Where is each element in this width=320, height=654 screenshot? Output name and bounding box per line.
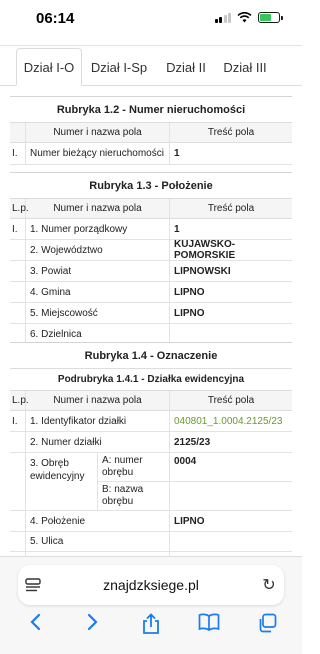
value-header: Treść pola: [207, 127, 255, 138]
url-text[interactable]: znajdzksiege.pl: [48, 577, 254, 593]
bookmarks-icon[interactable]: [189, 613, 229, 641]
table-row-obreb: 3. Obręb ewidencyjny A: numer obrębu 000…: [10, 453, 292, 511]
row-lp: [10, 282, 26, 302]
field-header: Numer i nazwa pola: [26, 198, 170, 219]
value-header: Treść pola: [207, 395, 255, 406]
section-rubryka-1-3: Rubryka 1.3 - Położenie L.p. Numer i naz…: [10, 172, 292, 345]
lp-header: L.p.: [10, 391, 29, 410]
table-row: 5. Miejscowość LIPNO: [10, 303, 292, 324]
row-label: 5. Miejscowość: [26, 303, 170, 323]
parcel-id-link[interactable]: 040801_1.0004.2125/23: [170, 411, 292, 431]
status-bar: 06:14: [0, 0, 302, 40]
row-label: 1. Identyfikator działki: [26, 411, 170, 431]
row-value: 1: [174, 223, 180, 235]
obreb-subrows: A: numer obrębu 0004 B: nazwa obrębu: [98, 453, 292, 510]
row-label: 4. Gmina: [26, 282, 170, 302]
browser-toolbar: [0, 613, 302, 641]
subsection-title: Podrubryka 1.4.1 - Działka ewidencyjna: [10, 369, 292, 391]
value-header: Treść pola: [207, 203, 255, 214]
row-label: 2. Województwo: [26, 240, 170, 260]
row-label: Numer bieżący nieruchomości: [26, 143, 170, 164]
tab-bar: Dział I-O Dział I-Sp Dział II Dział III: [0, 48, 302, 86]
table-row: 5. Ulica: [10, 532, 292, 552]
row-lp: I.: [10, 219, 26, 239]
browser-bottom-bar: znajdzksiege.pl ↻: [0, 556, 302, 654]
obreb-subrow-b: B: nazwa obrębu: [98, 482, 292, 510]
clock: 06:14: [36, 10, 75, 27]
row-label: 3. Powiat: [26, 261, 170, 281]
obreb-subrow-a: A: numer obrębu 0004: [98, 453, 292, 482]
table-row: 2. Województwo KUJAWSKO-POMORSKIE: [10, 239, 292, 261]
battery-icon: [258, 12, 283, 23]
section-rubryka-1-4: Rubryka 1.4 - Oznaczenie Podrubryka 1.4.…: [10, 342, 292, 572]
table-row: I. 1. Identyfikator działki 040801_1.000…: [10, 411, 292, 432]
row-lp: [10, 240, 26, 260]
row-label: 1. Numer porządkowy: [26, 219, 170, 239]
table-header: L.p. Numer i nazwa pola Treść pola: [10, 390, 292, 411]
tab-dzial-i-o[interactable]: Dział I-O: [16, 48, 82, 86]
table-row: 3. Powiat LIPNOWSKI: [10, 261, 292, 282]
row-label: 6. Dzielnica: [26, 324, 170, 344]
table-row: 4. Położenie LIPNO: [10, 511, 292, 532]
row-value: [170, 324, 292, 344]
page-menu-icon[interactable]: [18, 578, 48, 592]
table-header: L.p. Numer i nazwa pola Treść pola: [10, 198, 292, 219]
table-row: I. 1. Numer porządkowy 1: [10, 219, 292, 240]
row-lp: I.: [10, 143, 26, 164]
row-value: 1: [174, 148, 180, 159]
row-label: 5. Ulica: [26, 532, 170, 551]
section-rubryka-1-2: Rubryka 1.2 - Numer nieruchomości Numer …: [10, 96, 292, 165]
share-icon[interactable]: [131, 613, 171, 641]
row-lp: [10, 324, 26, 344]
section-title: Rubryka 1.2 - Numer nieruchomości: [10, 97, 292, 123]
table-header: Numer i nazwa pola Treść pola: [10, 122, 292, 143]
row-lp: [10, 432, 26, 452]
row-label: 2. Numer działki: [26, 432, 170, 452]
row-lp: [10, 261, 26, 281]
tab-dzial-ii[interactable]: Dział II: [156, 48, 216, 86]
wifi-icon: [237, 12, 252, 23]
subrow-value: 0004: [174, 456, 197, 467]
row-value: LIPNO: [174, 515, 205, 527]
subrow-value: [170, 482, 292, 510]
signal-icon: [214, 12, 231, 23]
tab-dzial-iii[interactable]: Dział III: [216, 48, 274, 86]
row-value: LIPNO: [174, 286, 205, 298]
row-label: 3. Obręb ewidencyjny: [26, 453, 98, 510]
status-icons: [214, 12, 283, 23]
lp-header: [10, 123, 26, 142]
table-row: 2. Numer działki 2125/23: [10, 432, 292, 453]
subrow-label: A: numer obrębu: [98, 453, 170, 481]
forward-icon[interactable]: [73, 613, 113, 641]
row-lp: [10, 303, 26, 323]
row-lp: [10, 453, 26, 510]
header-divider: [0, 40, 302, 46]
field-header: Numer i nazwa pola: [26, 390, 170, 411]
row-value: LIPNO: [174, 307, 205, 319]
field-header: Numer i nazwa pola: [26, 122, 170, 143]
address-bar[interactable]: znajdzksiege.pl ↻: [18, 565, 284, 605]
row-lp: [10, 511, 26, 531]
row-value: 2125/23: [174, 436, 211, 448]
row-value: LIPNOWSKI: [174, 265, 231, 277]
section-title: Rubryka 1.3 - Położenie: [10, 173, 292, 199]
lp-header: L.p.: [10, 199, 29, 218]
tab-dzial-i-sp[interactable]: Dział I-Sp: [82, 48, 156, 86]
table-row: I. Numer bieżący nieruchomości 1: [10, 143, 292, 165]
row-lp: I.: [10, 411, 26, 431]
section-title: Rubryka 1.4 - Oznaczenie: [10, 343, 292, 369]
row-lp: [10, 532, 26, 551]
row-label: 4. Położenie: [26, 511, 170, 531]
reload-icon[interactable]: ↻: [254, 575, 284, 595]
tabs-overview-icon[interactable]: [247, 613, 287, 641]
row-value: [170, 532, 292, 551]
row-value: KUJAWSKO-POMORSKIE: [174, 239, 236, 261]
subrow-label: B: nazwa obrębu: [98, 482, 170, 510]
back-icon[interactable]: [15, 613, 55, 641]
table-row: 4. Gmina LIPNO: [10, 282, 292, 303]
